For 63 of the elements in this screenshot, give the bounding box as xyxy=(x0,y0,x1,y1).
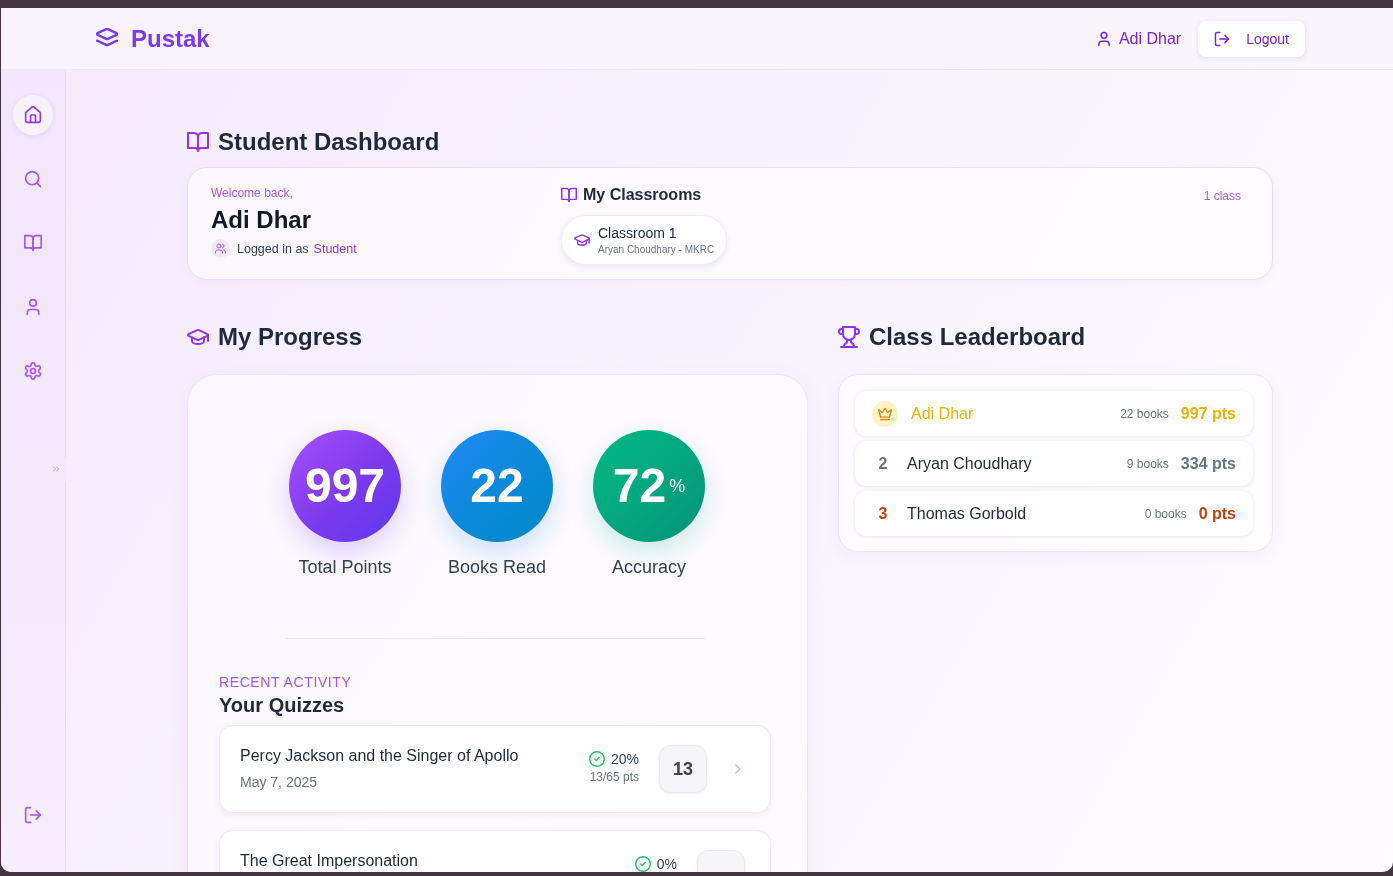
student-name: Thomas Gorbold xyxy=(907,504,1028,523)
users-icon xyxy=(211,239,230,258)
section-title: My Progress xyxy=(218,323,363,351)
quiz-points: 13/65 pts xyxy=(589,770,639,784)
graduation-cap-icon xyxy=(187,326,209,348)
student-name: Aryan Choudhary xyxy=(907,454,1033,473)
profile-link[interactable]: Adi Dhar xyxy=(1095,29,1182,48)
quiz-title: Percy Jackson and the Singer of Apollo xyxy=(240,746,520,766)
role-label: Student xyxy=(313,241,357,256)
classroom-name: Classroom 1 xyxy=(598,224,678,242)
logged-in-label: Logged in as xyxy=(237,241,309,256)
points-total: 997 pts xyxy=(1180,404,1236,423)
quiz-title: The Great Impersonation xyxy=(240,851,419,871)
brand-name[interactable]: Pustak xyxy=(131,24,210,53)
search-icon xyxy=(24,170,42,188)
logout-icon xyxy=(1214,30,1231,47)
classroom-chip[interactable]: Classroom 1 Aryan Choudhary - MKRC xyxy=(561,215,728,265)
section-title: Class Leaderboard xyxy=(869,323,1086,351)
points-total: 334 pts xyxy=(1180,454,1236,473)
quiz-percent: 0% xyxy=(656,855,677,872)
stat-value: 22 xyxy=(470,460,524,512)
graduation-cap-icon xyxy=(574,232,590,248)
stat-unit: % xyxy=(669,476,686,496)
home-nav-button[interactable] xyxy=(13,95,53,135)
home-icon xyxy=(24,106,42,124)
stat-label: Total Points xyxy=(298,556,392,578)
greeting-text: Welcome back, xyxy=(211,185,294,201)
open-book-icon xyxy=(187,131,209,153)
settings-icon xyxy=(24,362,42,380)
quiz-date: May 7, 2025 xyxy=(240,773,319,791)
user-icon xyxy=(1095,30,1112,47)
quiz-percent: 20% xyxy=(610,750,639,768)
quizzes-title: Your Quizzes xyxy=(219,693,346,717)
check-circle-icon xyxy=(634,856,651,872)
user-icon xyxy=(24,298,42,316)
page-title: Student Dashboard xyxy=(218,128,440,156)
trophy-icon xyxy=(838,326,860,348)
stat-label: Accuracy xyxy=(612,556,686,578)
quiz-score: 13 xyxy=(659,745,707,793)
points-total: 0 pts xyxy=(1198,504,1236,523)
logout-button[interactable]: Logout xyxy=(1198,20,1305,57)
books-count: 9 books xyxy=(1126,456,1169,471)
stat-label: Books Read xyxy=(447,556,547,578)
books-count: 0 books xyxy=(1144,506,1187,521)
logout-icon xyxy=(24,806,42,824)
classroom-count: 1 class xyxy=(1203,188,1241,204)
classrooms-title: My Classrooms xyxy=(583,185,702,205)
open-book-icon xyxy=(561,187,577,203)
check-circle-icon xyxy=(588,751,605,767)
section-eyebrow: RECENT ACTIVITY xyxy=(219,673,353,691)
double-chevron-icon xyxy=(50,464,61,474)
stat-value: 997 xyxy=(304,460,386,512)
open-book-icon xyxy=(24,234,42,252)
crown-icon xyxy=(872,400,898,427)
student-name: Adi Dhar xyxy=(911,404,975,423)
rank-number: 2 xyxy=(877,454,889,473)
quiz-card[interactable]: The Great Impersonation 0% xyxy=(219,830,771,872)
books-count: 22 books xyxy=(1120,406,1169,421)
quiz-card[interactable]: Percy Jackson and the Singer of Apollo May 7, 2025 20% 13/65 pts 13 xyxy=(219,725,771,813)
student-name: Adi Dhar xyxy=(211,206,312,234)
rank-number: 3 xyxy=(877,504,889,523)
stat-value: 72 xyxy=(612,460,667,512)
classroom-teacher: Aryan Choudhary - MKRC xyxy=(598,243,715,256)
